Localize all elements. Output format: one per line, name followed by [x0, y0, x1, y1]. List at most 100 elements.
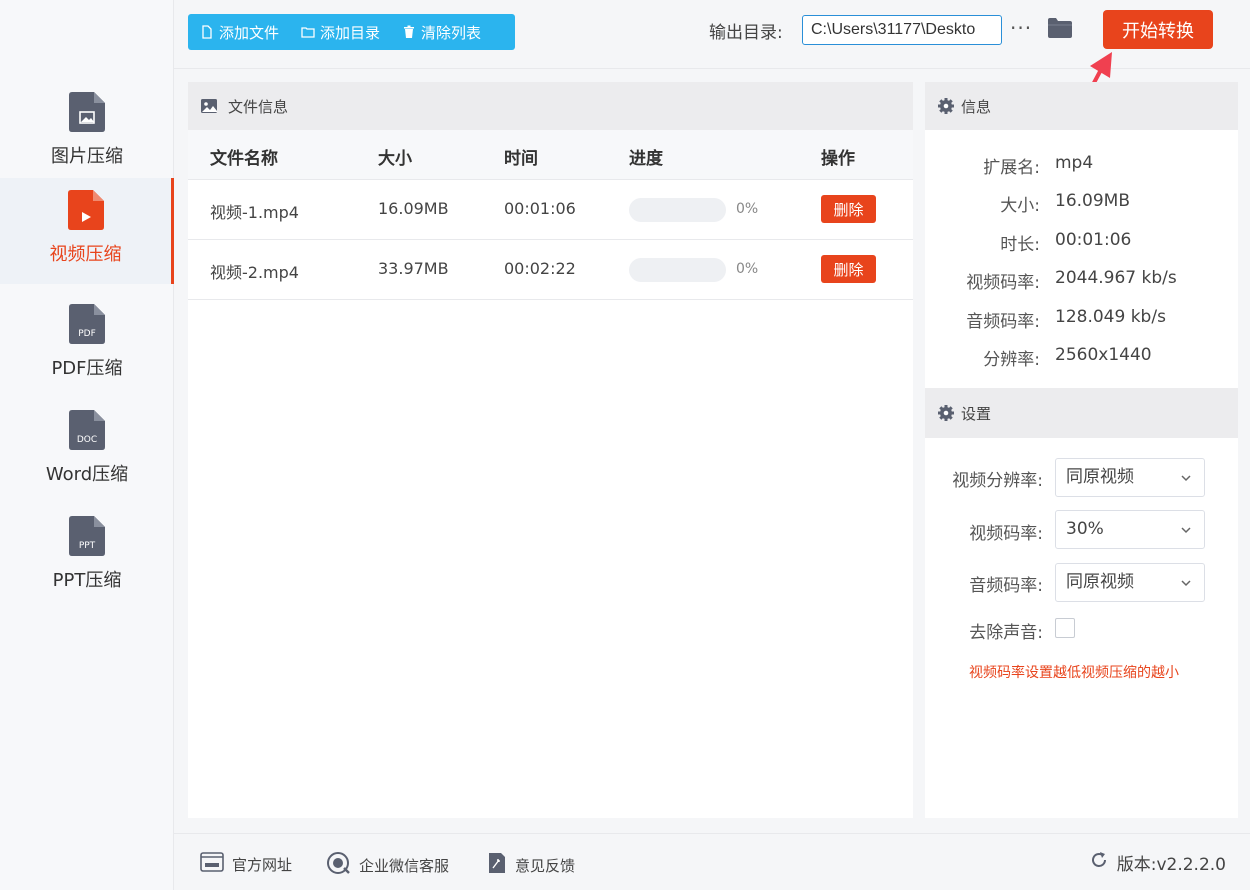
info-label: 分辨率: — [983, 350, 1040, 370]
info-duration: 时长: 00:01:06 — [925, 230, 1238, 255]
website-link[interactable]: 官方网址 — [200, 852, 292, 876]
file-panel-header: 文件信息 — [188, 82, 913, 130]
bitrate-hint: 视频码率设置越低视频压缩的越小 — [969, 665, 1179, 681]
table-row[interactable]: 视频-2.mp4 33.97MB 00:02:22 0% 删除 — [188, 240, 913, 300]
gear-icon — [937, 97, 955, 115]
video-file-icon — [67, 190, 104, 230]
table-row[interactable]: 视频-1.mp4 16.09MB 00:01:06 0% 删除 — [188, 180, 913, 240]
sidebar-item-label: PPT压缩 — [52, 570, 122, 591]
info-audio-bitrate: 音频码率: 128.049 kb/s — [925, 307, 1238, 332]
info-label: 大小: — [1000, 196, 1040, 216]
settings-header: 设置 — [925, 388, 1238, 438]
refresh-icon — [1089, 850, 1109, 875]
start-convert-button[interactable]: 开始转换 — [1103, 10, 1213, 49]
version-label: 版本:v2.2.2.0 — [1116, 855, 1226, 875]
chevron-down-icon — [1181, 527, 1191, 534]
remove-audio-label: 去除声音: — [969, 623, 1043, 643]
info-value: 16.09MB — [1055, 191, 1130, 211]
sidebar-item-label: 视频压缩 — [49, 244, 122, 265]
sidebar-item-ppt-compress[interactable]: PPT PPT压缩 — [0, 504, 174, 610]
col-size: 大小 — [378, 149, 412, 169]
output-dir-label: 输出目录: — [709, 23, 783, 43]
video-res-select[interactable]: 同原视频 — [1055, 458, 1205, 497]
doc-tag: DOC — [77, 435, 97, 445]
gear-icon — [937, 404, 955, 422]
file-panel-title: 文件信息 — [228, 97, 289, 116]
ppt-file-icon: PPT — [69, 516, 105, 556]
folder-icon[interactable] — [1047, 17, 1073, 43]
sidebar-item-label: 图片压缩 — [51, 146, 123, 167]
image-file-icon — [69, 92, 105, 132]
add-folder-label: 添加目录 — [320, 23, 381, 42]
file-list-panel: 文件信息 文件名称 大小 时间 进度 操作 视频-1.mp4 16.09MB 0… — [188, 82, 913, 818]
toolbar: 添加文件 添加目录 清除列表 — [188, 14, 515, 50]
info-header: 信息 — [925, 82, 1238, 130]
progress-text: 0% — [736, 201, 759, 217]
info-label: 扩展名: — [983, 158, 1040, 178]
website-label: 官方网址 — [232, 855, 293, 874]
remove-audio-checkbox[interactable] — [1055, 618, 1075, 638]
delete-button[interactable]: 删除 — [821, 195, 876, 223]
video-res-label: 视频分辨率: — [952, 471, 1043, 491]
folder-outline-icon — [301, 25, 315, 39]
add-file-label: 添加文件 — [219, 23, 280, 42]
sidebar-item-pdf-compress[interactable]: PDF PDF压缩 — [0, 292, 174, 398]
sidebar-item-video-compress[interactable]: 视频压缩 — [0, 178, 174, 284]
feedback-label: 意见反馈 — [515, 856, 576, 875]
col-action: 操作 — [821, 149, 855, 169]
settings-title: 设置 — [961, 404, 992, 423]
sidebar-item-word-compress[interactable]: DOC Word压缩 — [0, 398, 174, 504]
progress-text: 0% — [736, 261, 759, 277]
video-bitrate-label: 视频码率: — [969, 524, 1043, 544]
add-file-button[interactable]: 添加文件 — [200, 22, 279, 43]
clear-list-label: 清除列表 — [421, 23, 482, 42]
more-icon[interactable]: ··· — [1010, 16, 1032, 40]
audio-bitrate-select[interactable]: 同原视频 — [1055, 563, 1205, 602]
col-time: 时间 — [504, 149, 538, 169]
version-info: 版本:v2.2.2.0 — [1089, 850, 1226, 875]
image-icon — [200, 98, 218, 114]
doc-file-icon: DOC — [69, 410, 105, 450]
info-video-bitrate: 视频码率: 2044.967 kb/s — [925, 268, 1238, 293]
clear-list-button[interactable]: 清除列表 — [402, 22, 481, 43]
chevron-down-icon — [1181, 475, 1191, 482]
wechat-icon — [327, 852, 351, 878]
info-label: 时长: — [1000, 235, 1040, 255]
file-size: 33.97MB — [378, 259, 449, 278]
info-value: 128.049 kb/s — [1055, 307, 1166, 327]
wechat-support-link[interactable]: 企业微信客服 — [327, 852, 449, 878]
doc-tag: PPT — [79, 541, 96, 551]
col-progress: 进度 — [629, 149, 663, 169]
progress-bar — [629, 258, 726, 282]
feedback-icon — [487, 852, 507, 878]
sidebar-item-label: PDF压缩 — [51, 358, 123, 379]
sidebar: 图片压缩 视频压缩 PDF PDF压缩 DOC Word压缩 PPT PPT压缩 — [0, 0, 174, 890]
video-bitrate-value: 30% — [1066, 519, 1104, 539]
chevron-down-icon — [1181, 580, 1191, 587]
trash-icon — [402, 25, 416, 39]
file-name: 视频-2.mp4 — [210, 263, 299, 282]
footer: 官方网址 企业微信客服 意见反馈 版本:v2.2.2.0 — [174, 833, 1250, 890]
add-folder-button[interactable]: 添加目录 — [301, 22, 380, 43]
file-time: 00:02:22 — [504, 259, 576, 278]
info-label: 视频码率: — [966, 273, 1040, 293]
video-res-value: 同原视频 — [1066, 467, 1134, 487]
info-label: 音频码率: — [966, 312, 1040, 332]
video-bitrate-select[interactable]: 30% — [1055, 510, 1205, 549]
file-time: 00:01:06 — [504, 199, 576, 218]
pdf-file-icon: PDF — [69, 304, 105, 344]
sidebar-item-image-compress[interactable]: 图片压缩 — [0, 80, 174, 186]
output-dir-input[interactable]: C:\Users\31177\Deskto — [802, 15, 1002, 45]
info-value: 2044.967 kb/s — [1055, 268, 1177, 288]
table-header: 文件名称 大小 时间 进度 操作 — [188, 130, 913, 180]
progress-bar — [629, 198, 726, 222]
info-value: 2560x1440 — [1055, 345, 1152, 365]
delete-button[interactable]: 删除 — [821, 255, 876, 283]
file-name: 视频-1.mp4 — [210, 203, 299, 222]
info-title: 信息 — [961, 97, 992, 116]
feedback-link[interactable]: 意见反馈 — [487, 852, 575, 878]
website-icon — [200, 852, 224, 876]
info-value: 00:01:06 — [1055, 230, 1132, 250]
info-ext: 扩展名: mp4 — [925, 153, 1238, 178]
audio-bitrate-value: 同原视频 — [1066, 572, 1134, 592]
